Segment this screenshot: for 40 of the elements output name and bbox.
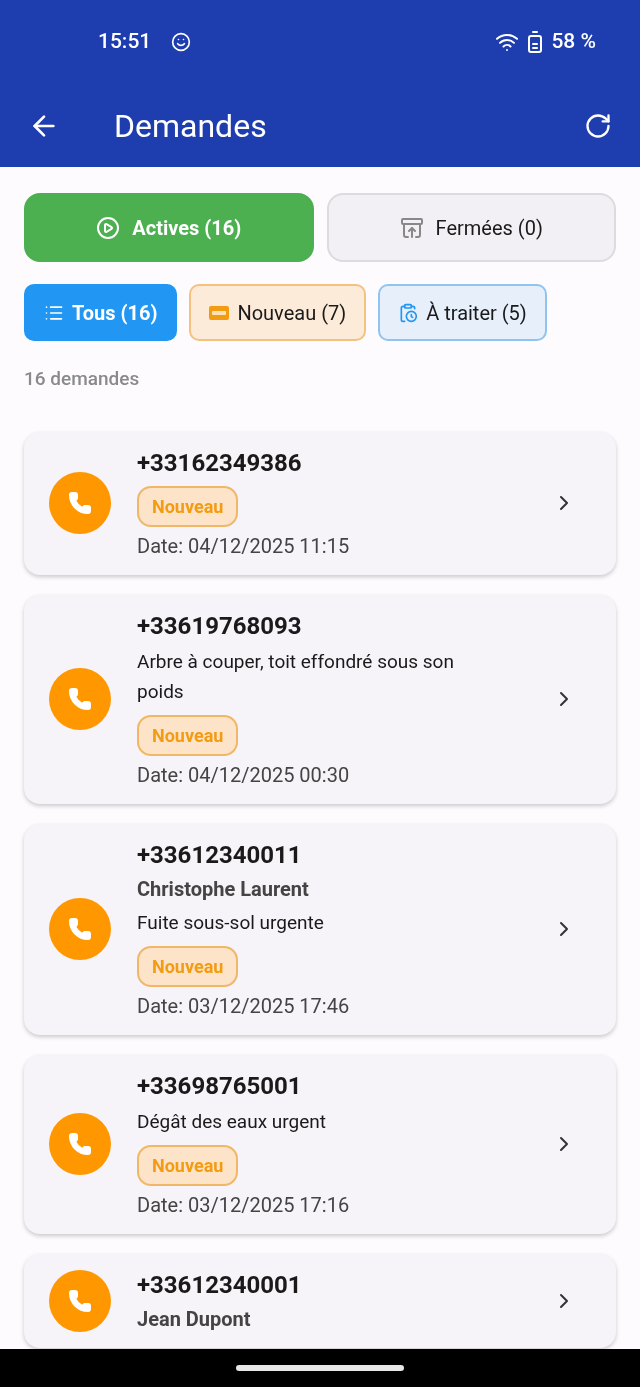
- caller-name: Jean Dupont: [137, 1305, 251, 1332]
- phone-icon: [68, 1288, 92, 1313]
- request-count: 16 demandes: [24, 366, 141, 392]
- status-badge: Nouveau: [137, 714, 239, 756]
- phone-icon: [68, 687, 92, 711]
- tab[interactable]: Fermées (0): [326, 193, 616, 262]
- phone-number: +33612340011: [137, 839, 302, 870]
- request-date: Date: 04/12/2025 11:15: [137, 532, 350, 559]
- phone-number: +33612340001: [137, 1269, 302, 1300]
- phone-icon: [68, 917, 92, 941]
- battery-level: 58 %: [551, 28, 596, 56]
- archive-icon: [399, 215, 424, 240]
- status-badge: Nouveau: [137, 485, 239, 527]
- status-badge: Nouveau: [137, 1144, 239, 1186]
- request-date: Date: 03/12/2025 17:16: [137, 1191, 350, 1218]
- status-badge: Nouveau: [137, 945, 239, 987]
- face-icon: [171, 32, 192, 52]
- refresh-button[interactable]: [584, 111, 612, 140]
- phone-icon: [68, 1132, 92, 1156]
- request-date: Date: 04/12/2025 00:30: [137, 761, 350, 788]
- request-description: Dégât des eaux urgent: [137, 1108, 326, 1135]
- request-card[interactable]: +33612340011 Christophe Laurent Fuite sous-sol urgente Nouveau Date: 03/12/2025 17:46: [24, 823, 616, 1035]
- play-icon: [96, 215, 121, 240]
- caller-name: Christophe Laurent: [137, 875, 309, 902]
- request-date: Date: 03/12/2025 17:46: [137, 992, 350, 1019]
- filter-chip[interactable]: À traiter (5): [378, 284, 547, 341]
- request-card[interactable]: +33612340001 Jean Dupont: [24, 1253, 616, 1348]
- phone-number: +33698765001: [137, 1070, 302, 1101]
- status-time: 15:51: [98, 28, 152, 56]
- request-card[interactable]: +33619768093 Arbre à couper, toit effondré sous son poids Nouveau Date: 04/12/2025 00:30: [24, 594, 616, 804]
- phone-icon: [68, 491, 92, 515]
- filter-chip[interactable]: Nouveau (7): [189, 284, 367, 341]
- request-description: Arbre à couper, toit effondré sous son poids: [137, 648, 455, 705]
- phone-number: +33162349386: [137, 447, 302, 478]
- phone-number: +33619768093: [137, 610, 302, 641]
- request-card[interactable]: +33162349386 Nouveau Date: 04/12/2025 11:15: [24, 431, 616, 575]
- request-description: Fuite sous-sol urgente: [137, 909, 324, 936]
- screen-title: Demandes: [114, 105, 267, 147]
- request-card[interactable]: +33698765001 Dégât des eaux urgent Nouveau Date: 03/12/2025 17:16: [24, 1054, 616, 1234]
- clipboard-clock-icon: [398, 302, 419, 323]
